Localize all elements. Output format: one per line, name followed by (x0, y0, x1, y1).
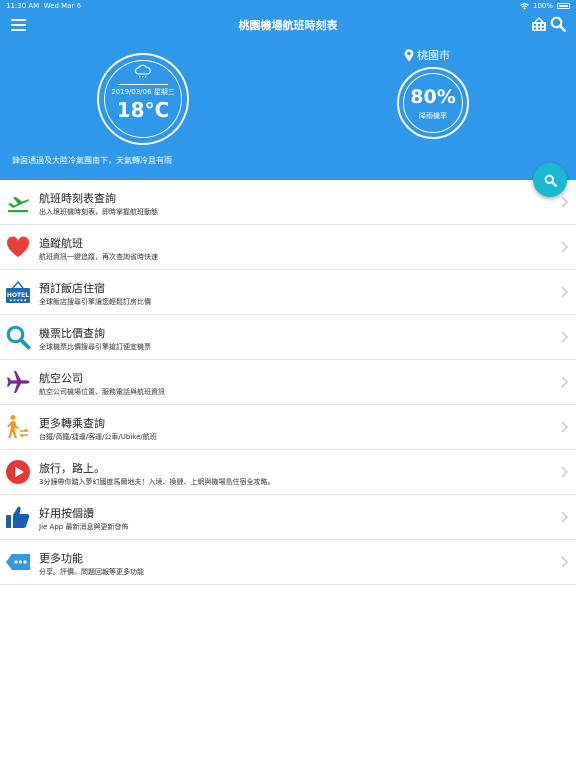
item-title: 更多轉乘查詢 (39, 417, 105, 430)
list-item-travel-video[interactable]: 旅行，路上。 3分鐘帶你踏入夢幻國度馬爾地夫！入境、換鏈、上網與機場島住宿全攻略… (0, 450, 576, 495)
magnifier-icon (6, 325, 31, 350)
list-item-airlines[interactable]: 航空公司 航空公司機場位置、服務電話與航班資訊 (0, 360, 576, 405)
transfer-icon (7, 415, 29, 438)
status-date: Wed Mar 6 (43, 2, 82, 10)
chevron-right-icon (561, 511, 568, 523)
item-title: 更多功能 (39, 552, 83, 565)
play-icon (6, 460, 30, 484)
thumbs-up-icon (6, 506, 30, 528)
battery-icon (557, 3, 570, 9)
chevron-right-icon (561, 376, 568, 388)
city-name: 桃園市 (417, 49, 450, 62)
hotel-icon: HOTEL ★★★★★ (6, 280, 30, 303)
item-subtitle: 航空公司機場位置、服務電話與航班資訊 (39, 388, 165, 396)
chevron-right-icon (561, 466, 568, 478)
status-bar: 11:30 AM Wed Mar 6 100% (0, 0, 576, 12)
list-item-like[interactable]: 好用按個讚 Jie App 最新消息與更新發佈 (0, 495, 576, 540)
item-subtitle: 3分鐘帶你踏入夢幻國度馬爾地夫！入境、換鏈、上網與機場島住宿全攻略。 (39, 478, 275, 486)
menu-list: 航班時刻表查詢 出入境班機時刻表，即時掌握航班動態 追蹤航班 航班資訊一鍵追蹤，… (0, 180, 576, 585)
chevron-right-icon (561, 196, 568, 208)
item-subtitle: 航班資訊一鍵追蹤，再次查詢省時快速 (39, 253, 158, 261)
list-item-track-flight[interactable]: 追蹤航班 航班資訊一鍵追蹤，再次查詢省時快速 (0, 225, 576, 270)
list-item-flight-schedule[interactable]: 航班時刻表查詢 出入境班機時刻表，即時掌握航班動態 (0, 180, 576, 225)
item-subtitle: Jie App 最新消息與更新發佈 (39, 523, 129, 531)
page-title: 桃園機場航班時刻表 (238, 19, 338, 32)
status-time: 11:30 AM (6, 2, 40, 10)
forecast-text: 鋒面通過及大陸冷氣團南下，天氣轉冷且有雨 (12, 156, 172, 165)
item-title: 追蹤航班 (39, 237, 83, 250)
city-label[interactable]: 桃園市 (404, 47, 450, 63)
svg-text:★★★★★: ★★★★★ (9, 298, 27, 303)
item-title: 航班時刻表查詢 (39, 192, 116, 205)
weather-divider (118, 84, 168, 85)
temperature: 18°C (116, 98, 170, 122)
item-subtitle: 出入境班機時刻表，即時掌握航班動態 (39, 208, 158, 216)
list-item-hotel[interactable]: HOTEL ★★★★★ 預訂飯店住宿 全球飯店搜尋引擎讓您輕鬆訂房比價 (0, 270, 576, 315)
item-subtitle: 分享。評價。問題回報等更多功能 (39, 568, 144, 576)
item-title: 好用按個讚 (39, 507, 94, 520)
chevron-right-icon (561, 331, 568, 343)
app-screen: 11:30 AM Wed Mar 6 100% 桃園機場航班時刻表 2019/0… (0, 0, 576, 768)
status-time-date: 11:30 AM Wed Mar 6 (6, 0, 81, 12)
item-title: 航空公司 (39, 372, 83, 385)
rain-probability-label: 降雨機率 (419, 112, 447, 120)
plane-departure-icon (8, 196, 29, 213)
chevron-right-icon (561, 286, 568, 298)
search-fab-button[interactable] (533, 163, 567, 197)
item-subtitle: 台鐵/高鐵/捷運/客運/公車/Ubike/航班 (39, 433, 157, 441)
chevron-right-icon (561, 421, 568, 433)
status-right: 100% (520, 0, 570, 12)
rain-probability: 80% (410, 86, 456, 108)
rain-cloud-icon (135, 64, 151, 78)
more-tag-icon (6, 554, 30, 570)
item-title: 預訂飯店住宿 (39, 282, 105, 295)
airplane-icon (7, 371, 30, 393)
list-item-airfare-compare[interactable]: 機票比價查詢 全球機票比價搜尋引擎搶訂便宜機票 (0, 315, 576, 360)
search-icon (544, 174, 557, 187)
search-icon[interactable] (550, 16, 566, 32)
chevron-right-icon (561, 241, 568, 253)
header: 11:30 AM Wed Mar 6 100% 桃園機場航班時刻表 2019/0… (0, 0, 576, 180)
battery-percent: 100% (532, 2, 553, 10)
shop-icon[interactable] (531, 16, 547, 32)
wifi-icon (520, 2, 529, 10)
heart-icon (6, 236, 30, 257)
item-title: 機票比價查詢 (39, 327, 105, 340)
chevron-right-icon (561, 556, 568, 568)
weather-date: 2019/03/06 星期三 (111, 88, 175, 96)
list-item-more[interactable]: 更多功能 分享。評價。問題回報等更多功能 (0, 540, 576, 585)
location-pin-icon (404, 48, 414, 61)
item-subtitle: 全球機票比價搜尋引擎搶訂便宜機票 (39, 343, 151, 351)
item-title: 旅行，路上。 (39, 462, 105, 475)
item-subtitle: 全球飯店搜尋引擎讓您輕鬆訂房比價 (39, 298, 151, 306)
list-item-transfer[interactable]: 更多轉乘查詢 台鐵/高鐵/捷運/客運/公車/Ubike/航班 (0, 405, 576, 450)
